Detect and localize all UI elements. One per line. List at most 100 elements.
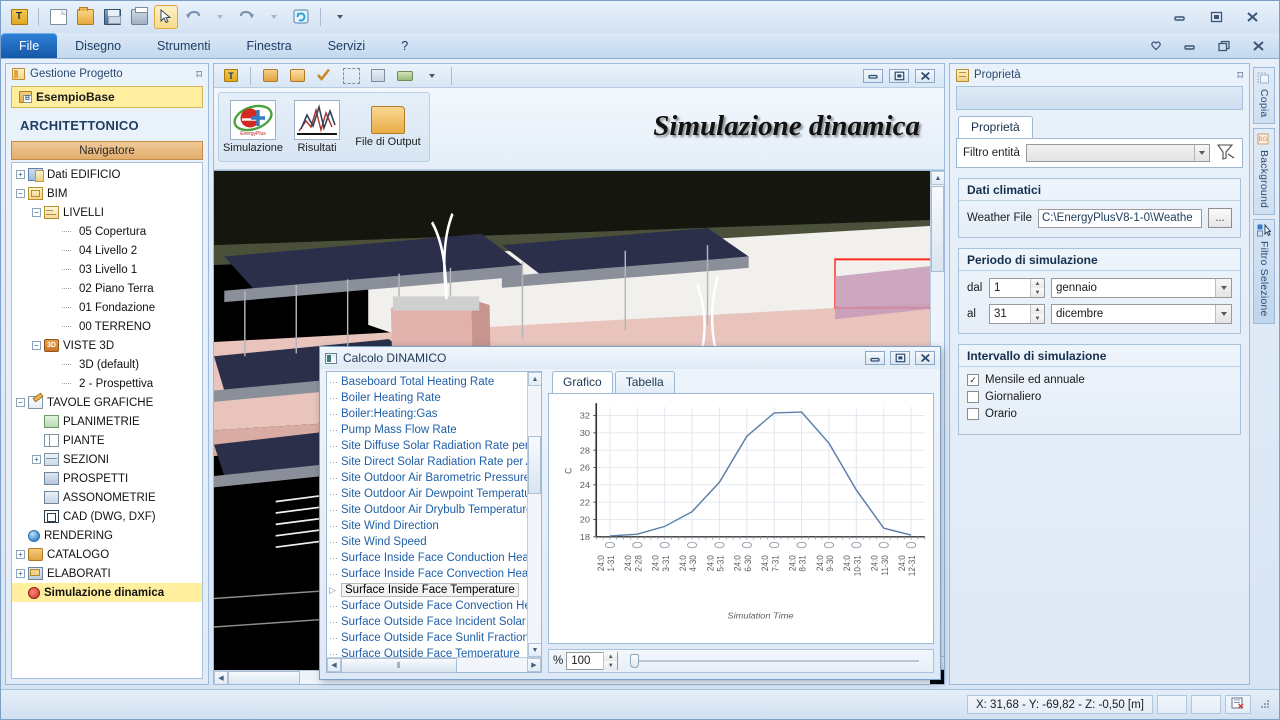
menu-item-servizi[interactable]: Servizi: [310, 33, 384, 58]
variable-list-vertical-scrollbar[interactable]: ▲ ▼: [527, 372, 541, 657]
open-box-tool-button[interactable]: [285, 64, 309, 88]
stepper-buttons[interactable]: ▲ ▼: [603, 652, 618, 670]
variable-list-item[interactable]: ⋯ Surface Inside Face Conduction Heat T: [329, 550, 541, 566]
variable-list-item[interactable]: ⋯ Surface Outside Face Sunlit Fraction: [329, 630, 541, 646]
tree-item[interactable]: + Dati EDIFICIO: [12, 165, 202, 184]
scroll-left-arrow[interactable]: ◀: [327, 658, 341, 672]
variable-list-item[interactable]: ⋯ Boiler Heating Rate: [329, 390, 541, 406]
weather-file-browse-button[interactable]: ...: [1208, 208, 1232, 228]
dialog-titlebar[interactable]: Calcolo DINAMICO: [320, 347, 940, 369]
stepper-buttons[interactable]: ▲ ▼: [1030, 305, 1044, 323]
variable-list-horizontal-scrollbar[interactable]: ◀ ⦀ ▶: [327, 657, 541, 673]
redo-dropdown-button[interactable]: [262, 5, 286, 29]
collapse-icon[interactable]: −: [32, 341, 41, 350]
variable-list-item[interactable]: ⋯ Surface Inside Face Convection Heat T: [329, 566, 541, 582]
zoom-stepper[interactable]: 100 ▲ ▼: [566, 652, 619, 670]
variable-list-item[interactable]: ⋯ Surface Outside Face Incident Solar Ra: [329, 614, 541, 630]
tree-item[interactable]: − LIVELLI: [12, 203, 202, 222]
mdi-child-close[interactable]: [915, 68, 935, 83]
tree-item[interactable]: Simulazione dinamica: [12, 583, 202, 602]
menu-item-help[interactable]: ?: [383, 33, 426, 58]
period-from-day-stepper[interactable]: 1 ▲ ▼: [989, 278, 1045, 298]
variable-list-item[interactable]: ▷ Surface Inside Face Temperature: [329, 582, 541, 598]
refresh-button[interactable]: [289, 5, 313, 29]
tree-item[interactable]: 04 Livello 2: [12, 241, 202, 260]
tree-item[interactable]: 02 Piano Terra: [12, 279, 202, 298]
interval-option[interactable]: ✓ Mensile ed annuale: [967, 374, 1232, 386]
pin-icon[interactable]: ⌑: [1237, 69, 1243, 82]
tree-item[interactable]: 2 - Prospettiva: [12, 374, 202, 393]
app-menu-button[interactable]: T: [7, 5, 31, 29]
period-to-month-select[interactable]: dicembre: [1051, 304, 1232, 324]
tree-item[interactable]: 03 Livello 1: [12, 260, 202, 279]
expand-icon[interactable]: +: [16, 170, 25, 179]
menu-item-strumenti[interactable]: Strumenti: [139, 33, 229, 58]
minimize-button[interactable]: [1169, 9, 1191, 25]
box-tool-button[interactable]: [258, 64, 282, 88]
tree-item[interactable]: 05 Copertura: [12, 222, 202, 241]
restore-button[interactable]: [1205, 9, 1227, 25]
expand-icon[interactable]: +: [16, 550, 25, 559]
vertical-tab[interactable]: Copia: [1253, 67, 1275, 125]
select-cursor-button[interactable]: [154, 5, 178, 29]
collapse-icon[interactable]: −: [16, 398, 25, 407]
scroll-right-arrow[interactable]: ▶: [527, 658, 541, 672]
save-button[interactable]: [100, 5, 124, 29]
mdi-child-minimize[interactable]: [863, 68, 883, 83]
tree-item[interactable]: RENDERING: [12, 526, 202, 545]
project-root-item[interactable]: EsempioBase: [11, 86, 203, 108]
vertical-tab[interactable]: BG Background: [1253, 128, 1275, 216]
checkbox-icon[interactable]: [967, 391, 979, 403]
variable-list-item[interactable]: ⋯ Site Outdoor Air Barometric Pressure: [329, 470, 541, 486]
period-to-day-stepper[interactable]: 31 ▲ ▼: [989, 304, 1045, 324]
scroll-down-arrow[interactable]: ▼: [528, 643, 541, 657]
weather-file-input[interactable]: C:\EnergyPlusV8-1-0\Weathe: [1037, 208, 1202, 228]
variable-list-item[interactable]: ⋯ Site Wind Speed: [329, 534, 541, 550]
layers-dropdown-button[interactable]: [420, 64, 444, 88]
selection-tool-button[interactable]: [339, 64, 363, 88]
tree-item[interactable]: + SEZIONI: [12, 450, 202, 469]
variable-list-item[interactable]: ⋯ Site Outdoor Air Drybulb Temperature: [329, 502, 541, 518]
open-file-button[interactable]: [73, 5, 97, 29]
toolbar-overflow-button[interactable]: [328, 5, 352, 29]
mdi-minimize-button[interactable]: [1179, 38, 1201, 54]
scroll-thumb[interactable]: [931, 186, 944, 272]
snap-settings-button[interactable]: [1225, 695, 1251, 714]
dialog-minimize-button[interactable]: [865, 351, 885, 365]
tree-item[interactable]: + CATALOGO: [12, 545, 202, 564]
variable-list-item[interactable]: ⋯ Site Outdoor Air Dewpoint Temperature: [329, 486, 541, 502]
menu-item-file[interactable]: File: [1, 33, 58, 58]
ribbon-button-file-output[interactable]: File di Output: [350, 96, 426, 158]
tree-item[interactable]: 3D (default): [12, 355, 202, 374]
chart-container[interactable]: 18 20 22 24 26 28 30 32 C 1-31 24:0 2-28 24:0 3-31 24:…: [548, 393, 934, 644]
mdi-close-button[interactable]: [1247, 38, 1269, 54]
mdi-restore-button[interactable]: [1213, 38, 1235, 54]
project-tree[interactable]: + Dati EDIFICIO − BIM − LIVELLI 05 Copertura 04…: [11, 162, 203, 679]
tab-proprieta[interactable]: Proprietà: [958, 116, 1033, 138]
dialog-maximize-button[interactable]: [890, 351, 910, 365]
checkbox-icon[interactable]: ✓: [967, 374, 979, 386]
dialog-close-button[interactable]: [915, 351, 935, 365]
slider-knob[interactable]: [630, 654, 640, 668]
tree-item[interactable]: PIANTE: [12, 431, 202, 450]
tree-item[interactable]: −3D VISTE 3D: [12, 336, 202, 355]
scroll-left-arrow[interactable]: ◀: [214, 671, 228, 684]
interval-option[interactable]: Orario: [967, 408, 1232, 420]
interval-option[interactable]: Giornaliero: [967, 391, 1232, 403]
tree-item[interactable]: PLANIMETRIE: [12, 412, 202, 431]
mdi-child-maximize[interactable]: [889, 68, 909, 83]
variable-list-item[interactable]: ⋯ Boiler:Heating:Gas: [329, 406, 541, 422]
menu-item-disegno[interactable]: Disegno: [57, 33, 139, 58]
entity-filter-combo[interactable]: [1025, 144, 1210, 162]
variable-list-item[interactable]: ⋯ Surface Outside Face Temperature: [329, 646, 541, 657]
period-from-month-select[interactable]: gennaio: [1051, 278, 1232, 298]
variable-list-item[interactable]: ⋯ Surface Outside Face Convection Heat: [329, 598, 541, 614]
variable-list-item[interactable]: ⋯ Site Direct Solar Radiation Rate per Ar…: [329, 454, 541, 470]
expand-icon[interactable]: +: [16, 569, 25, 578]
resize-grip[interactable]: [1259, 698, 1273, 712]
expand-icon[interactable]: +: [32, 455, 41, 464]
tree-item[interactable]: + ELABORATI: [12, 564, 202, 583]
chevron-down-icon[interactable]: [1194, 145, 1209, 161]
tab-grafico[interactable]: Grafico: [552, 371, 613, 393]
validate-tool-button[interactable]: [312, 64, 336, 88]
